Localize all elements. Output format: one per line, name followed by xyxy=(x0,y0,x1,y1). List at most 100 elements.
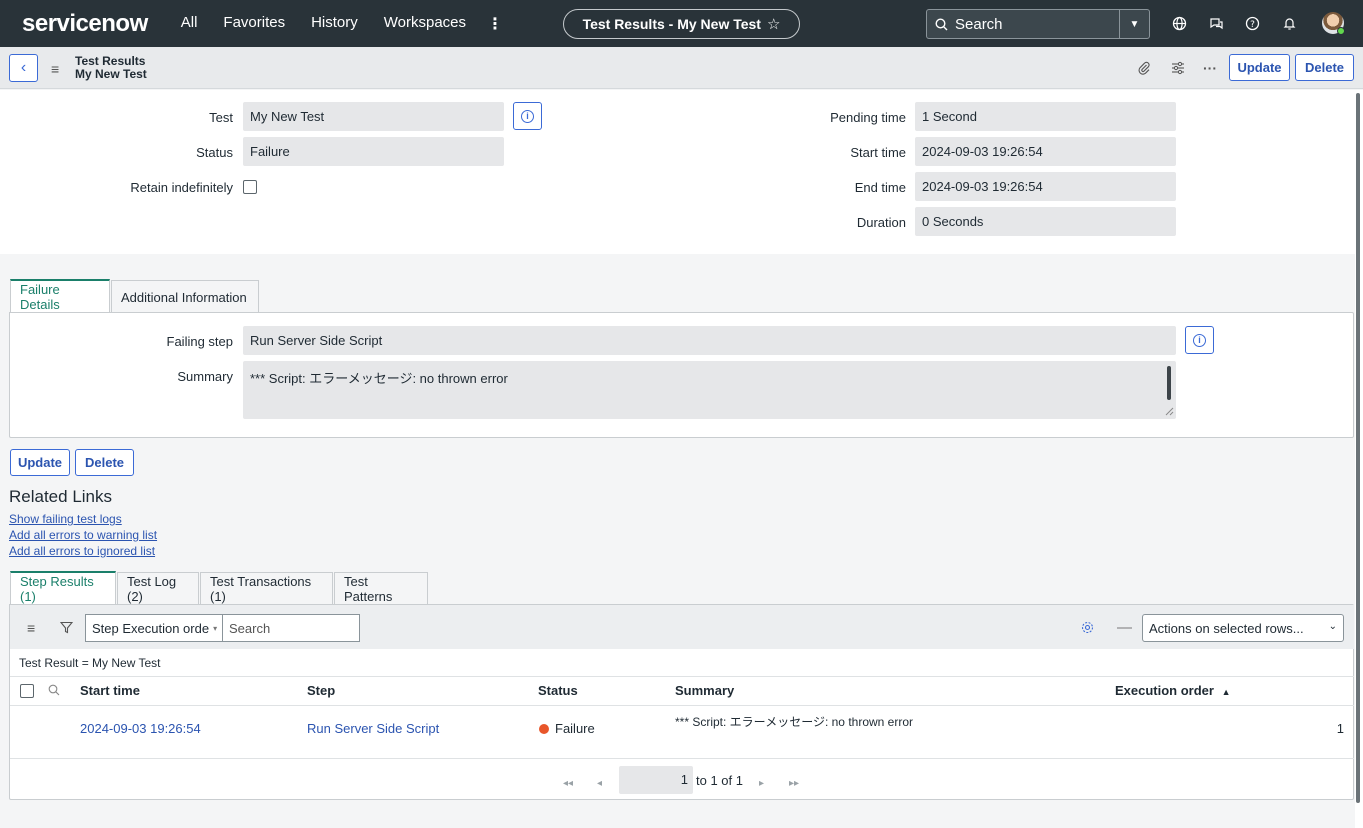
row-status: Failure xyxy=(555,721,595,736)
collapse-icon[interactable]: — xyxy=(1117,619,1132,636)
column-search-icon[interactable] xyxy=(48,684,60,696)
add-errors-ignored-link[interactable]: Add all errors to ignored list xyxy=(9,544,155,558)
duration-field[interactable]: 0 Seconds xyxy=(915,207,1176,236)
status-label: Status xyxy=(196,145,233,160)
related-links-title: Related Links xyxy=(9,487,113,506)
tab-failure-details[interactable]: Failure Details xyxy=(10,279,110,313)
first-page-icon[interactable]: ◂◂ xyxy=(563,778,573,789)
back-button[interactable]: ‹ xyxy=(9,54,38,82)
retain-label: Retain indefinitely xyxy=(130,180,233,195)
column-step[interactable]: Step xyxy=(307,683,335,698)
caret-down-icon: ▼ xyxy=(1129,18,1140,30)
search-field-select[interactable]: Step Execution orde ▾ xyxy=(85,614,223,642)
row-start-time-link[interactable]: 2024-09-03 19:26:54 xyxy=(80,721,201,736)
info-icon: i xyxy=(1193,333,1206,347)
nav-history[interactable]: History xyxy=(298,14,371,34)
pending-time-field[interactable]: 1 Second xyxy=(915,102,1176,131)
select-all-checkbox[interactable] xyxy=(20,684,34,698)
tab-test-patterns[interactable]: Test Patterns xyxy=(334,572,428,605)
column-start-time[interactable]: Start time xyxy=(80,683,140,698)
sort-ascending-icon: ▲ xyxy=(1221,687,1231,697)
column-status[interactable]: Status xyxy=(538,683,578,698)
context-menu-icon[interactable]: ≡ xyxy=(51,61,59,77)
tab-test-transactions[interactable]: Test Transactions (1) xyxy=(200,572,333,605)
actions-select[interactable]: Actions on selected rows... ⌄ xyxy=(1142,614,1344,642)
failing-step-field[interactable]: Run Server Side Script xyxy=(243,326,1176,355)
divider xyxy=(10,676,1354,677)
last-page-icon[interactable]: ▸▸ xyxy=(789,778,799,789)
star-icon[interactable]: ☆ xyxy=(767,15,780,33)
summary-textarea[interactable]: *** Script: エラーメッセージ: no thrown error xyxy=(243,361,1176,419)
column-execution-order[interactable]: Execution order ▲ xyxy=(1115,683,1231,698)
search-scope-dropdown[interactable]: ▼ xyxy=(1119,10,1149,38)
attachment-icon[interactable] xyxy=(1135,59,1153,77)
test-field[interactable]: My New Test xyxy=(243,102,504,131)
page-scrollbar-thumb[interactable] xyxy=(1356,93,1360,803)
column-execution-order-label: Execution order xyxy=(1115,683,1214,698)
status-field[interactable]: Failure xyxy=(243,137,504,166)
tab-step-results[interactable]: Step Results (1) xyxy=(10,571,116,605)
nav-favorites[interactable]: Favorites xyxy=(210,14,298,34)
header-update-button[interactable]: Update xyxy=(1229,54,1290,81)
search-field-value: Step Execution orde xyxy=(92,620,210,636)
presence-indicator xyxy=(1337,27,1345,35)
add-errors-warning-link[interactable]: Add all errors to warning list xyxy=(9,528,157,542)
start-time-label: Start time xyxy=(850,145,906,160)
summary-scrollbar-thumb[interactable] xyxy=(1167,366,1171,400)
info-icon: i xyxy=(521,109,534,123)
end-time-field[interactable]: 2024-09-03 19:26:54 xyxy=(915,172,1176,201)
actions-select-value: Actions on selected rows... xyxy=(1149,620,1304,636)
header-delete-button[interactable]: Delete xyxy=(1295,54,1354,81)
start-time-field[interactable]: 2024-09-03 19:26:54 xyxy=(915,137,1176,166)
globe-icon[interactable] xyxy=(1170,14,1188,32)
filter-icon[interactable] xyxy=(60,621,73,634)
next-page-icon[interactable]: ▸ xyxy=(759,778,764,789)
failure-status-dot xyxy=(539,724,549,734)
chevron-left-icon: ‹ xyxy=(20,59,27,76)
personalize-icon[interactable] xyxy=(1169,59,1187,77)
more-options-icon[interactable]: ··· xyxy=(1201,59,1219,77)
show-failing-test-logs-link[interactable]: Show failing test logs xyxy=(9,512,122,526)
bell-icon[interactable] xyxy=(1280,14,1298,32)
chat-icon[interactable] xyxy=(1207,14,1225,32)
global-search[interactable]: Search ▼ xyxy=(926,9,1150,39)
tab-test-log[interactable]: Test Log (2) xyxy=(117,572,199,605)
test-info-button[interactable]: i xyxy=(513,102,542,130)
row-step-link[interactable]: Run Server Side Script xyxy=(307,721,439,736)
settings-gear-icon[interactable] xyxy=(1081,621,1094,634)
pending-time-label: Pending time xyxy=(830,110,906,125)
failing-step-info-button[interactable]: i xyxy=(1185,326,1214,354)
caret-down-icon: ▾ xyxy=(213,623,218,633)
list-menu-icon[interactable]: ≡ xyxy=(27,620,35,636)
list-search-placeholder: Search xyxy=(229,620,271,636)
divider xyxy=(10,705,1354,706)
nav-all[interactable]: All xyxy=(168,14,211,34)
help-icon[interactable]: ? xyxy=(1243,14,1261,32)
tab-additional-information[interactable]: Additional Information xyxy=(111,280,259,313)
resize-handle-icon[interactable] xyxy=(1165,407,1174,416)
update-button[interactable]: Update xyxy=(10,449,70,476)
nav-more-icon[interactable]: ⋮ xyxy=(479,14,511,34)
test-label: Test xyxy=(209,110,233,125)
search-placeholder: Search xyxy=(955,15,1003,33)
record-title: Test Results My New Test xyxy=(75,55,147,81)
chevron-down-icon: ⌄ xyxy=(1328,621,1337,632)
duration-label: Duration xyxy=(856,215,906,230)
list-breadcrumb[interactable]: Test Result = My New Test xyxy=(19,656,161,670)
search-icon xyxy=(935,17,948,30)
previous-page-icon[interactable]: ◂ xyxy=(597,778,602,789)
nav-links: All Favorites History Workspaces ⋮ xyxy=(168,14,511,34)
nav-workspaces[interactable]: Workspaces xyxy=(371,14,479,34)
failing-step-label: Failing step xyxy=(166,334,233,349)
pager-range-text: to 1 of 1 xyxy=(696,773,743,788)
list-search-input[interactable]: Search xyxy=(222,614,360,642)
form-header: ‹ ≡ Test Results My New Test ··· Update … xyxy=(0,47,1363,89)
column-summary[interactable]: Summary xyxy=(675,683,734,698)
servicenow-logo[interactable]: servicenow xyxy=(22,10,148,38)
divider xyxy=(10,758,1354,759)
delete-button[interactable]: Delete xyxy=(75,449,134,476)
context-title-pill[interactable]: Test Results - My New Test ☆ xyxy=(563,9,800,39)
summary-text: *** Script: エラーメッセージ: no thrown error xyxy=(250,371,508,386)
page-number-input[interactable]: 1 xyxy=(619,766,693,794)
retain-checkbox[interactable] xyxy=(243,180,257,194)
